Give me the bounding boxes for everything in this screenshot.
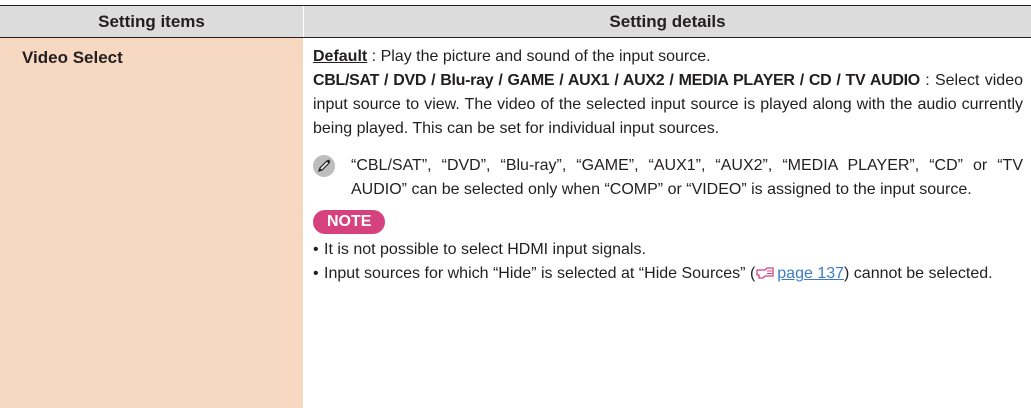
bullet-dot: • bbox=[313, 265, 319, 282]
bullet-text-end: ) cannot be selected. bbox=[844, 265, 993, 282]
list-item: • Input sources for which “Hide” is selec… bbox=[313, 262, 1023, 286]
note-list: • It is not possible to select HDMI input… bbox=[313, 238, 1023, 286]
pencil-note: “CBL/SAT”, “DVD”, “Blu-ray”, “GAME”, “AU… bbox=[313, 154, 1023, 202]
bullet-text: Input sources for which “Hide” is select… bbox=[324, 265, 756, 282]
header-setting-items: Setting items bbox=[98, 12, 205, 31]
default-text: : Play the picture and sound of the inpu… bbox=[367, 48, 711, 65]
input-source-options: CBL/SAT / DVD / Blu-ray / GAME / AUX1 / … bbox=[313, 72, 920, 89]
page-137-link[interactable]: page 137 bbox=[777, 265, 844, 282]
setting-details-cell: Default : Play the picture and sound of … bbox=[313, 45, 1023, 286]
table-header: Setting items Setting details bbox=[0, 6, 1031, 37]
pencil-note-text: “CBL/SAT”, “DVD”, “Blu-ray”, “GAME”, “AU… bbox=[351, 157, 1023, 198]
pencil-icon bbox=[313, 155, 335, 177]
note-badge: NOTE bbox=[313, 210, 386, 234]
options-description: CBL/SAT / DVD / Blu-ray / GAME / AUX1 / … bbox=[313, 69, 1023, 141]
page-reference-hand-icon bbox=[756, 263, 776, 279]
default-term: Default bbox=[313, 48, 368, 65]
header-column-divider bbox=[303, 6, 304, 37]
bullet-dot: • bbox=[313, 241, 319, 258]
setting-item-cell: Video Select bbox=[0, 38, 303, 408]
list-item: • It is not possible to select HDMI input… bbox=[313, 238, 1023, 262]
setting-item-label: Video Select bbox=[22, 48, 123, 67]
body-column-divider bbox=[303, 38, 304, 408]
header-setting-details: Setting details bbox=[609, 12, 726, 31]
bullet-text: It is not possible to select HDMI input … bbox=[324, 241, 646, 258]
default-description: Default : Play the picture and sound of … bbox=[313, 45, 1023, 69]
